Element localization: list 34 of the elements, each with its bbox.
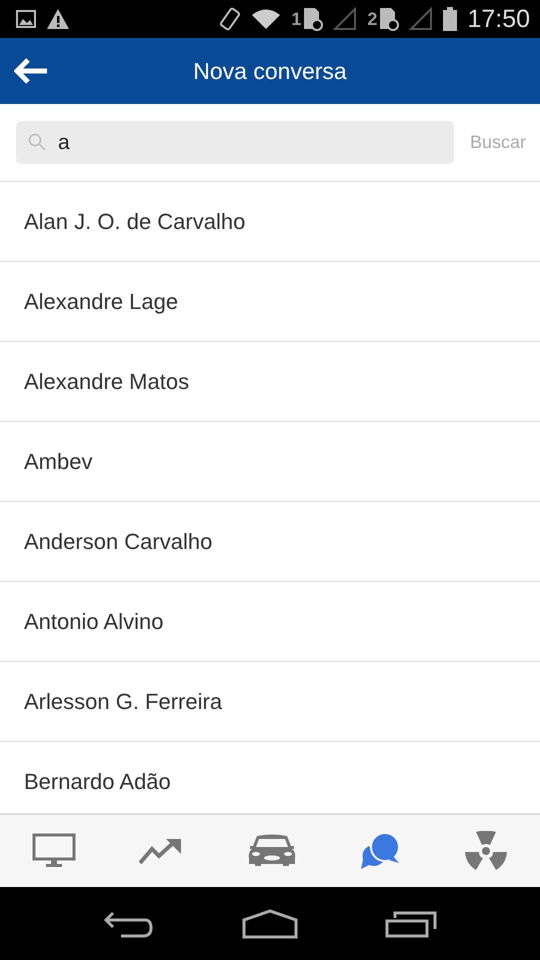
home-icon (242, 908, 298, 938)
home-button[interactable] (242, 908, 298, 938)
contact-item[interactable]: Alan J. O. de Carvalho (0, 182, 540, 262)
recent-apps-button[interactable] (384, 910, 437, 938)
search-field[interactable]: a (16, 121, 454, 164)
contact-item[interactable]: Alexandre Matos (0, 342, 540, 422)
radiation-icon (464, 831, 508, 871)
contact-item[interactable]: Antonio Alvino (0, 582, 540, 662)
search-icon (28, 133, 46, 151)
warning-icon (46, 8, 70, 30)
battery-icon (443, 7, 458, 31)
signal-icon (409, 7, 434, 31)
contact-item[interactable]: Anderson Carvalho (0, 502, 540, 582)
back-icon (103, 910, 156, 938)
monitor-icon (32, 833, 76, 869)
clock-time: 17:50 (467, 4, 530, 34)
sim-number: 1 (291, 8, 302, 30)
vibrate-icon (219, 6, 242, 32)
header-title: Nova conversa (193, 58, 347, 84)
car-icon (246, 834, 297, 868)
image-icon (16, 10, 36, 28)
trend-icon (139, 838, 184, 864)
sim-card-icon (379, 7, 400, 31)
contact-item[interactable]: Arlesson G. Ferreira (0, 662, 540, 742)
wifi-icon (251, 8, 282, 30)
recent-apps-icon (384, 910, 437, 938)
back-arrow-icon (14, 58, 48, 84)
contact-item[interactable]: Ambev (0, 422, 540, 502)
sim-number: 2 (367, 8, 378, 30)
chat-icon (360, 832, 401, 870)
signal-icon (333, 7, 358, 31)
contact-item[interactable]: Alexandre Lage (0, 262, 540, 342)
back-button[interactable] (103, 910, 156, 938)
sim-card-icon (303, 7, 324, 31)
